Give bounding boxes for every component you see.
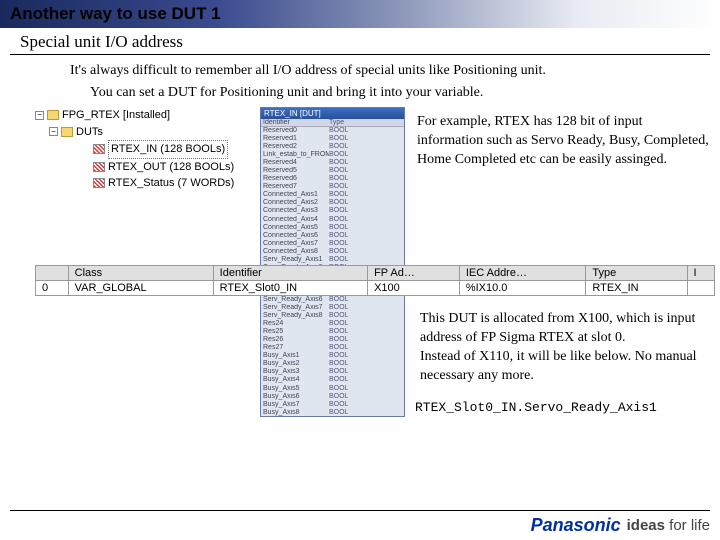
dut-icon <box>93 162 105 172</box>
tree-duts[interactable]: − DUTs <box>35 124 260 141</box>
table-cell: 0 <box>36 281 69 296</box>
panel-row: Busy_Axis3BOOL <box>261 368 404 376</box>
note-2: This DUT is allocated from X100, which i… <box>420 310 700 386</box>
panel-row: Reserved2BOOL <box>261 143 404 151</box>
table-cell <box>687 281 714 296</box>
panel-row: Reserved5BOOL <box>261 167 404 175</box>
tree-leaf-label: RTEX_IN (128 BOOLs) <box>108 140 228 159</box>
table-header: Class <box>68 266 213 281</box>
dut-members-panel: RTEX_IN [DUT] Identifier Type Reserved0B… <box>260 107 405 417</box>
intro-text-2: You can set a DUT for Positioning unit a… <box>90 85 710 101</box>
table-header: FP Ad… <box>368 266 460 281</box>
col-identifier: Identifier <box>263 119 329 126</box>
panel-row: Busy_Axis5BOOL <box>261 385 404 393</box>
table-cell: X100 <box>368 281 460 296</box>
dut-icon <box>93 178 105 188</box>
table-cell: RTEX_IN <box>586 281 687 296</box>
panel-row: Reserved0BOOL <box>261 127 404 135</box>
title-banner: Another way to use DUT 1 <box>0 0 720 28</box>
code-example: RTEX_Slot0_IN.Servo_Ready_Axis1 <box>415 400 657 415</box>
panel-row: Busy_Axis8BOOL <box>261 409 404 417</box>
panel-row: Connected_Axis6BOOL <box>261 232 404 240</box>
footer: Panasonic ideas for life <box>10 510 710 536</box>
table-row: 0VAR_GLOBALRTEX_Slot0_INX100%IX10.0RTEX_… <box>36 281 715 296</box>
tree-duts-label: DUTs <box>76 124 103 141</box>
panel-row: Connected_Axis1BOOL <box>261 191 404 199</box>
tree-leaf[interactable]: RTEX_Status (7 WORDs) <box>35 175 260 192</box>
panel-row: Res26BOOL <box>261 336 404 344</box>
panel-row: Serv_Ready_Axis7BOOL <box>261 304 404 312</box>
panel-row: Busy_Axis2BOOL <box>261 360 404 368</box>
project-tree: − FPG_RTEX [Installed] − DUTs RTEX_IN (1… <box>35 107 260 417</box>
table-header: Type <box>586 266 687 281</box>
panel-row: Connected_Axis4BOOL <box>261 216 404 224</box>
subtitle-row: Special unit I/O address <box>10 28 710 55</box>
panel-row: Busy_Axis7BOOL <box>261 401 404 409</box>
panel-row: Connected_Axis7BOOL <box>261 240 404 248</box>
note-1: For example, RTEX has 128 bit of input i… <box>417 113 710 170</box>
panel-row: Link_estab_to_FROM_buBOOL <box>261 151 404 159</box>
tree-leaf[interactable]: RTEX_OUT (128 BOOLs) <box>35 159 260 176</box>
dut-icon <box>93 144 105 154</box>
global-variable-table: ClassIdentifierFP Ad…IEC Addre…TypeI 0VA… <box>35 265 715 296</box>
table-cell: VAR_GLOBAL <box>68 281 213 296</box>
panel-header: Identifier Type <box>261 119 404 127</box>
subtitle: Special unit I/O address <box>20 32 183 52</box>
tree-leaf-label: RTEX_Status (7 WORDs) <box>108 175 234 192</box>
panel-row: Busy_Axis4BOOL <box>261 376 404 384</box>
panel-row: Res24BOOL <box>261 320 404 328</box>
panel-row: Reserved7BOOL <box>261 183 404 191</box>
panel-title: RTEX_IN [DUT] <box>261 108 404 119</box>
table-header: I <box>687 266 714 281</box>
panel-row: Serv_Ready_Axis6BOOL <box>261 296 404 304</box>
brand-tagline: ideas for life <box>627 517 710 534</box>
table-header-row: ClassIdentifierFP Ad…IEC Addre…TypeI <box>36 266 715 281</box>
tree-leaf-label: RTEX_OUT (128 BOOLs) <box>108 159 234 176</box>
panel-row: Reserved4BOOL <box>261 159 404 167</box>
table-header: Identifier <box>213 266 367 281</box>
panel-row: Busy_Axis6BOOL <box>261 393 404 401</box>
col-type: Type <box>329 119 344 126</box>
panel-row: Serv_Ready_Axis1BOOL <box>261 256 404 264</box>
intro-text-1: It's always difficult to remember all I/… <box>70 63 710 79</box>
panel-row: Connected_Axis3BOOL <box>261 207 404 215</box>
minus-icon[interactable]: − <box>49 127 58 136</box>
page-title: Another way to use DUT 1 <box>10 4 221 23</box>
tree-leaf[interactable]: RTEX_IN (128 BOOLs) <box>35 140 260 159</box>
panel-row: Connected_Axis5BOOL <box>261 224 404 232</box>
panel-row: Reserved1BOOL <box>261 135 404 143</box>
folder-icon <box>61 127 73 137</box>
tree-root[interactable]: − FPG_RTEX [Installed] <box>35 107 260 124</box>
panel-row: Busy_Axis1BOOL <box>261 352 404 360</box>
panel-row: Res27BOOL <box>261 344 404 352</box>
table-cell: %IX10.0 <box>459 281 586 296</box>
folder-icon <box>47 110 59 120</box>
panel-row: Reserved6BOOL <box>261 175 404 183</box>
table-header <box>36 266 69 281</box>
minus-icon[interactable]: − <box>35 111 44 120</box>
table-header: IEC Addre… <box>459 266 586 281</box>
panel-row: Res25BOOL <box>261 328 404 336</box>
panel-row: Connected_Axis2BOOL <box>261 199 404 207</box>
brand-logo: Panasonic <box>531 515 621 536</box>
table-cell: RTEX_Slot0_IN <box>213 281 367 296</box>
panel-row: Connected_Axis8BOOL <box>261 248 404 256</box>
panel-row: Serv_Ready_Axis8BOOL <box>261 312 404 320</box>
tree-root-label: FPG_RTEX [Installed] <box>62 107 170 124</box>
